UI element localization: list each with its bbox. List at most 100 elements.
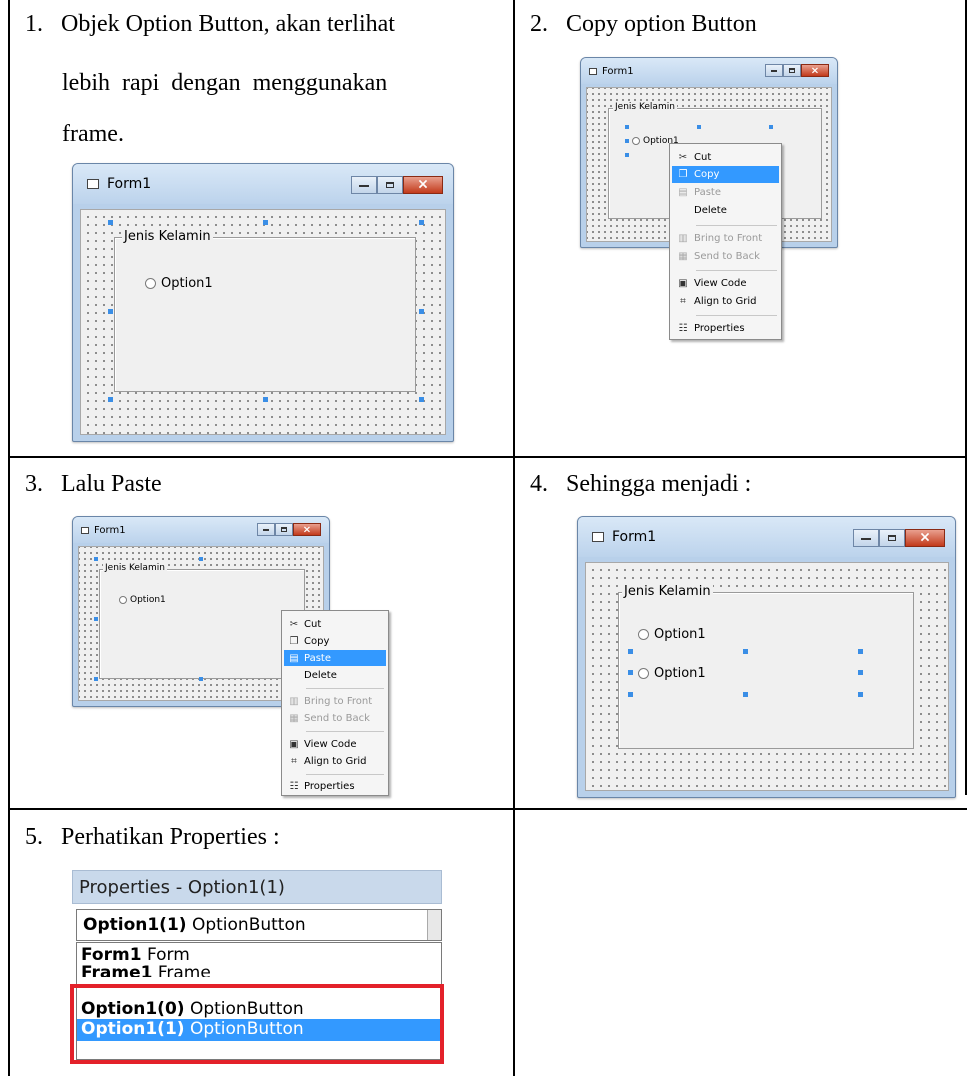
form1-client-area[interactable]: Jenis Kelamin Option1: [80, 209, 446, 435]
step-4-text: Sehingga menjadi :: [566, 471, 752, 497]
chevron-down-icon[interactable]: [427, 910, 441, 940]
menu-item-send-to-back[interactable]: ▦ Send to Back: [284, 710, 386, 726]
sizing-handle[interactable]: [743, 692, 748, 697]
form1-window-large[interactable]: Form1 Jenis Kelamin Option1: [72, 163, 454, 442]
sizing-handle[interactable]: [628, 670, 633, 675]
form1-title: Form1: [612, 529, 657, 545]
sizing-handle[interactable]: [743, 649, 748, 654]
list-item-form1[interactable]: Form1 Form: [81, 945, 190, 965]
sizing-handle[interactable]: [263, 397, 268, 402]
minimize-icon[interactable]: [765, 64, 783, 77]
option1-label: Option1: [161, 276, 213, 291]
properties-window: Properties - Option1(1) Option1(1) Optio…: [70, 870, 444, 1064]
sizing-handle[interactable]: [419, 220, 424, 225]
menu-item-copy[interactable]: ❐ Copy: [672, 166, 779, 183]
menu-item-cut[interactable]: ✂ Cut: [284, 616, 386, 632]
step-1-line-1: 1. Objek Option Button, akan terlihat: [25, 10, 395, 38]
sizing-handle[interactable]: [858, 692, 863, 697]
step-4-number: 4.: [530, 471, 548, 497]
minimize-icon[interactable]: [257, 523, 275, 536]
menu-item-send-to-back[interactable]: ▦ Send to Back: [672, 248, 779, 265]
menu-item-paste[interactable]: ▤ Paste: [284, 650, 386, 666]
menu-item-view-code[interactable]: ▣ View Code: [672, 275, 779, 292]
menu-item-delete[interactable]: Delete: [284, 667, 386, 683]
sizing-handle[interactable]: [94, 617, 98, 621]
step-2-text: Copy option Button: [566, 11, 757, 37]
bring-to-front-icon: ▥: [678, 233, 688, 244]
sizing-handle[interactable]: [419, 397, 424, 402]
form1-title: Form1: [94, 524, 126, 536]
frame-jenis-kelamin[interactable]: [114, 237, 416, 392]
option1-0-radio[interactable]: Option1: [638, 627, 706, 642]
window-controls: [765, 64, 829, 77]
option1-1-radio[interactable]: Option1: [638, 666, 706, 681]
close-icon[interactable]: [905, 529, 945, 547]
sizing-handle[interactable]: [199, 677, 203, 681]
table-border-right: [965, 0, 967, 795]
sizing-handle[interactable]: [628, 692, 633, 697]
object-combo[interactable]: Option1(1) OptionButton: [76, 909, 442, 941]
sizing-handle[interactable]: [108, 220, 113, 225]
sizing-handle[interactable]: [625, 139, 629, 143]
sizing-handle[interactable]: [94, 677, 98, 681]
menu-item-view-code[interactable]: ▣ View Code: [284, 736, 386, 752]
minimize-icon[interactable]: [853, 529, 879, 547]
menu-item-properties[interactable]: ☷ Properties: [284, 778, 386, 794]
menu-separator: [306, 688, 384, 689]
frame-jenis-kelamin[interactable]: [99, 569, 305, 679]
sizing-handle[interactable]: [697, 125, 701, 129]
list-item-frame1[interactable]: Frame1 Frame: [81, 963, 211, 977]
table-row-divider-1: [8, 456, 967, 458]
menu-item-cut[interactable]: ✂ Cut: [672, 149, 779, 166]
sizing-handle[interactable]: [625, 125, 629, 129]
menu-item-delete[interactable]: Delete: [672, 202, 779, 219]
sizing-handle[interactable]: [858, 670, 863, 675]
form1-client-area[interactable]: Jenis Kelamin Option1 Option1: [585, 562, 949, 791]
close-icon[interactable]: [403, 176, 443, 194]
scissors-icon: ✂: [289, 618, 299, 630]
menu-item-bring-to-front[interactable]: ▥ Bring to Front: [284, 693, 386, 709]
sizing-handle[interactable]: [199, 557, 203, 561]
menu-item-align-to-grid[interactable]: ⌗ Align to Grid: [284, 753, 386, 769]
option1-radio[interactable]: Option1: [145, 276, 213, 291]
form1-window-result[interactable]: Form1 Jenis Kelamin Option1 Option1: [577, 516, 956, 798]
combo-object-type: OptionButton: [191, 915, 306, 935]
scissors-icon: ✂: [678, 152, 688, 163]
frame-caption: Jenis Kelamin: [622, 584, 713, 599]
properties-icon: ☷: [678, 323, 688, 334]
sizing-handle[interactable]: [108, 309, 113, 314]
menu-item-copy[interactable]: ❐ Copy: [284, 633, 386, 649]
close-icon[interactable]: [801, 64, 829, 77]
sizing-handle[interactable]: [94, 557, 98, 561]
maximize-icon[interactable]: [377, 176, 403, 194]
form-icon: [81, 526, 89, 534]
maximize-icon[interactable]: [879, 529, 905, 547]
minimize-icon[interactable]: [351, 176, 377, 194]
sizing-handle[interactable]: [419, 309, 424, 314]
step-1-text-line-1: Objek Option Button, akan terlihat: [61, 11, 395, 37]
menu-item-paste[interactable]: ▤ Paste: [672, 184, 779, 201]
maximize-icon[interactable]: [783, 64, 801, 77]
radio-icon: [119, 596, 127, 604]
option1-label: Option1: [654, 627, 706, 642]
sizing-handle[interactable]: [625, 153, 629, 157]
form1-title: Form1: [107, 176, 152, 192]
maximize-icon[interactable]: [275, 523, 293, 536]
menu-item-properties[interactable]: ☷ Properties: [672, 320, 779, 337]
sizing-handle[interactable]: [263, 220, 268, 225]
sizing-handle[interactable]: [858, 649, 863, 654]
close-icon[interactable]: [293, 523, 321, 536]
radio-icon: [638, 668, 649, 679]
menu-item-bring-to-front[interactable]: ▥ Bring to Front: [672, 230, 779, 247]
copy-icon: ❐: [678, 169, 688, 180]
window-controls: [351, 176, 443, 194]
sizing-handle[interactable]: [769, 125, 773, 129]
menu-item-align-to-grid[interactable]: ⌗ Align to Grid: [672, 293, 779, 310]
form1-title: Form1: [602, 65, 634, 77]
sizing-handle[interactable]: [628, 649, 633, 654]
option1-radio[interactable]: Option1: [119, 595, 166, 605]
step-2-number: 2.: [530, 11, 548, 37]
form-icon: [592, 532, 604, 542]
sizing-handle[interactable]: [108, 397, 113, 402]
context-menu-paste: ✂ Cut ❐ Copy ▤ Paste Delete ▥ Bring to Front…: [281, 610, 389, 796]
